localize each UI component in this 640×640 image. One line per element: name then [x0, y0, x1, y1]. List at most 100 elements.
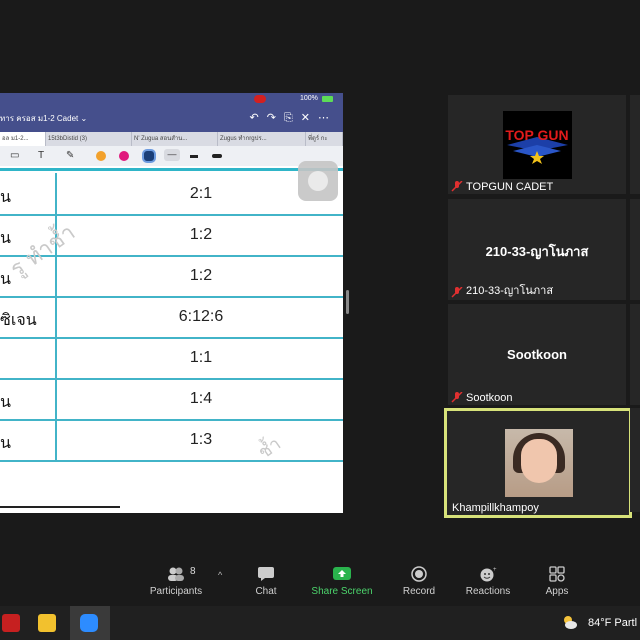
chat-label: Chat — [255, 586, 277, 597]
tab-4[interactable]: Zugus ทำกrgปร... — [218, 132, 306, 146]
apps-icon — [549, 566, 565, 582]
split-view-handle[interactable] — [346, 290, 349, 314]
participant-tile-partial[interactable] — [630, 304, 640, 405]
table-row: 1:1 — [0, 337, 343, 380]
undo-icon[interactable]: ↶ — [250, 112, 267, 124]
table-row: น 1:3 — [0, 419, 343, 462]
participants-button[interactable]: Participants — [141, 566, 211, 597]
assistive-touch-button[interactable] — [298, 161, 338, 201]
participant-video — [505, 429, 573, 497]
svg-text:TOP GUN: TOP GUN — [505, 127, 568, 143]
reactions-label: Reactions — [465, 586, 511, 597]
participants-icon — [168, 567, 184, 581]
color-orange[interactable] — [96, 151, 106, 161]
row-ratio: 1:2 — [55, 214, 343, 255]
participant-name: TOPGUN CADET — [466, 181, 554, 193]
weather-cloud-icon[interactable] — [562, 614, 578, 630]
row-ratio: 1:2 — [55, 255, 343, 296]
reactions-button[interactable]: + Reactions — [453, 566, 523, 597]
svg-text:+: + — [493, 567, 497, 573]
thick-line-tool[interactable] — [212, 154, 222, 158]
acrobat-icon[interactable] — [2, 614, 20, 632]
row-ratio: 6:12:6 — [55, 296, 343, 337]
chat-icon — [258, 567, 274, 581]
table-row: ซิเจน 6:12:6 — [0, 296, 343, 339]
battery-icon — [322, 96, 333, 102]
close-icon[interactable]: ✕ — [301, 112, 318, 124]
document-tabs: อล ม1-2... 15t3bDistid (3) N' Zugua สอนส… — [0, 132, 343, 146]
participant-name: Khampillkhampoy — [452, 502, 539, 514]
color-magenta[interactable] — [119, 151, 129, 161]
tab-3[interactable]: N' Zugua สอนสำน... — [132, 132, 218, 146]
shared-screen: 100% ทาร ครอส ม1-2 Cadet ⌄ ↶↷⎘✕⋯ อล ม1-2… — [0, 93, 343, 513]
participant-tile[interactable]: Sootkoon Sootkoon — [448, 304, 626, 405]
chat-button[interactable]: Chat — [231, 566, 301, 597]
row-label: น — [0, 392, 11, 411]
face-shape — [521, 439, 557, 483]
export-icon[interactable]: ⎘ — [284, 112, 301, 124]
table-top-border — [0, 168, 343, 171]
share-screen-label: Share Screen — [311, 586, 373, 597]
text-tool-icon[interactable]: T — [38, 150, 44, 161]
row-label: น — [0, 228, 11, 247]
table-row: น 1:2 — [0, 214, 343, 257]
participant-name: 210-33-ญาโนภาส — [466, 285, 554, 297]
apps-button[interactable]: Apps — [522, 566, 592, 597]
share-screen-icon — [333, 567, 351, 580]
record-label: Record — [402, 586, 436, 597]
row-label: ซิเจน — [0, 310, 37, 329]
row-label: น — [0, 187, 11, 206]
row-ratio: 1:4 — [55, 378, 343, 419]
participant-tile-partial[interactable] — [630, 95, 640, 194]
recording-indicator — [254, 95, 266, 103]
participant-tile-active-speaker[interactable]: Khampillkhampoy — [444, 408, 632, 518]
participant-display-name: Sootkoon — [507, 347, 567, 362]
file-explorer-icon[interactable] — [38, 614, 56, 632]
battery-text: 100% — [300, 95, 318, 102]
document-actions: ↶↷⎘✕⋯ — [250, 111, 337, 125]
tab-5[interactable]: พี่ดูร์ กะ — [306, 132, 343, 146]
ipad-status-bar: 100% — [0, 93, 343, 106]
thin-line-tool[interactable]: — — [164, 149, 180, 161]
caret-up-icon[interactable]: ^ — [218, 570, 222, 580]
participant-tile[interactable]: 210-33-ญาโนภาส 210-33-ญาโนภาส — [448, 199, 626, 300]
row-label: น — [0, 269, 11, 288]
weather-text[interactable]: 84°F Partl — [588, 617, 637, 629]
participant-tile-partial[interactable] — [630, 408, 640, 512]
muted-mic-icon — [451, 181, 463, 192]
record-button[interactable]: Record — [384, 566, 454, 597]
share-screen-button[interactable]: Share Screen — [307, 566, 377, 597]
row-ratio: 1:1 — [55, 337, 343, 378]
participant-display-name: 210-33-ญาโนภาส — [485, 244, 589, 259]
document-header: ทาร ครอส ม1-2 Cadet ⌄ ↶↷⎘✕⋯ — [0, 106, 343, 132]
meeting-controls: Participants 8 ^ Chat Share Screen Recor… — [0, 558, 640, 606]
participant-name: Sootkoon — [466, 392, 513, 404]
color-navy[interactable] — [142, 149, 156, 163]
reactions-icon: + — [480, 567, 497, 582]
row-ratio: 1:3 — [55, 419, 343, 460]
medium-line-tool[interactable] — [190, 155, 198, 158]
participants-label: Participants — [149, 586, 203, 597]
more-icon[interactable]: ⋯ — [318, 112, 337, 124]
tab-2[interactable]: 15t3bDistid (3) — [46, 132, 132, 146]
muted-mic-icon — [451, 392, 463, 403]
participant-tile-partial[interactable] — [630, 199, 640, 300]
zoom-app-icon[interactable] — [80, 614, 98, 632]
redo-icon[interactable]: ↷ — [267, 112, 284, 124]
windows-taskbar: 84°F Partl — [0, 606, 640, 640]
apps-label: Apps — [545, 586, 569, 597]
image-tool-icon[interactable]: ▭ — [10, 150, 19, 161]
topgun-logo: TOP GUN — [503, 111, 572, 179]
zoom-meeting-window: 100% ทาร ครอส ม1-2 Cadet ⌄ ↶↷⎘✕⋯ อล ม1-2… — [0, 0, 640, 606]
scroll-indicator — [0, 506, 120, 508]
participants-count: 8 — [190, 566, 196, 577]
tab-1[interactable]: อล ม1-2... — [0, 132, 46, 146]
eraser-tool-icon[interactable]: ✎ — [66, 150, 74, 161]
row-label: น — [0, 433, 11, 452]
document-title[interactable]: ทาร ครอส ม1-2 Cadet ⌄ — [0, 112, 87, 125]
table-row: น 1:2 — [0, 255, 343, 298]
record-icon — [411, 566, 427, 582]
muted-mic-icon — [451, 287, 463, 298]
participant-tile[interactable]: TOP GUN TOPGUN CADET — [448, 95, 626, 194]
annotation-toolbar: ▭ T ✎ — — [0, 146, 343, 166]
